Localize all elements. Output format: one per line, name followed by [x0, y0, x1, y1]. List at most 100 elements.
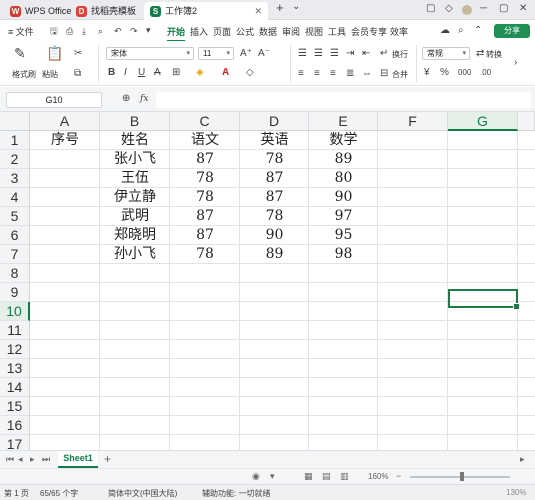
merge-icon[interactable]: ⊟ [380, 68, 388, 80]
zoom-icon[interactable]: ⊕ [122, 93, 130, 105]
font-color-icon[interactable]: A [222, 67, 229, 79]
zoom-slider-thumb[interactable] [460, 472, 464, 481]
increase-font-icon[interactable]: A⁺ [240, 48, 252, 60]
row-header-1[interactable]: 1 [0, 131, 30, 150]
underline-icon[interactable]: U [138, 67, 145, 79]
row-header-9[interactable]: 9 [0, 283, 30, 302]
align-middle-icon[interactable]: ☰ [314, 48, 323, 60]
collapse-icon[interactable]: ⌃ [474, 25, 482, 37]
align-right-icon[interactable]: ≡ [330, 68, 336, 80]
column-header-a[interactable]: A [30, 112, 100, 131]
table-cell[interactable]: 78 [170, 245, 240, 264]
maximize-icon[interactable]: ▢ [499, 3, 508, 14]
table-cell[interactable]: 97 [309, 207, 378, 226]
decimal-icon[interactable]: .00 [480, 67, 491, 79]
table-cell[interactable]: 87 [170, 226, 240, 245]
table-cell[interactable]: 90 [240, 226, 309, 245]
row-header-14[interactable]: 14 [0, 378, 30, 397]
header-cell[interactable]: 姓名 [100, 131, 170, 150]
row-header-16[interactable]: 16 [0, 416, 30, 435]
eye-protection-icon[interactable]: ◉ [252, 471, 260, 482]
table-cell[interactable]: 95 [309, 226, 378, 245]
font-size-select[interactable]: 11 [198, 47, 234, 60]
row-header-11[interactable]: 11 [0, 321, 30, 340]
row-header-8[interactable]: 8 [0, 264, 30, 283]
menu-review[interactable]: 审阅 [282, 25, 300, 38]
table-cell[interactable]: 87 [170, 207, 240, 226]
wrap-icon[interactable]: ↵ [380, 48, 388, 60]
convert-label[interactable]: 转换 [486, 49, 502, 60]
table-cell[interactable]: 王伍 [100, 169, 170, 188]
column-header-f[interactable]: F [378, 112, 448, 131]
fill-color-icon[interactable]: ◈ [196, 67, 204, 79]
align-top-icon[interactable]: ☰ [298, 48, 307, 60]
justify-icon[interactable]: ≣ [346, 68, 354, 80]
row-header-15[interactable]: 15 [0, 397, 30, 416]
menu-formula[interactable]: 公式 [236, 25, 254, 38]
sheet-scroll-right-icon[interactable]: ▸ [520, 454, 525, 465]
sheet-tab-sheet1[interactable]: Sheet1 [58, 451, 98, 468]
formula-input[interactable] [156, 92, 531, 108]
column-header-overflow[interactable] [518, 112, 535, 131]
indent-icon[interactable]: ⇥ [346, 48, 354, 60]
row-header-17[interactable]: 17 [0, 435, 30, 450]
row-header-13[interactable]: 13 [0, 359, 30, 378]
page-break-icon[interactable]: ▥ [340, 471, 349, 482]
table-cell[interactable]: 87 [170, 150, 240, 169]
row-header-7[interactable]: 7 [0, 245, 30, 264]
table-cell[interactable]: 孙小飞 [100, 245, 170, 264]
export-icon[interactable]: ⤓ [82, 25, 86, 37]
menu-data[interactable]: 数据 [259, 25, 277, 38]
number-format-select[interactable]: 常规 [422, 47, 470, 60]
print-icon[interactable]: ⎙ [66, 25, 73, 37]
convert-icon[interactable]: ⇄ [476, 48, 484, 60]
tab-workbook[interactable]: S 工作簿2 ✕ [144, 2, 268, 20]
view-mode-dropdown[interactable]: ▾ [270, 471, 275, 482]
table-cell[interactable]: 武明 [100, 207, 170, 226]
percent-icon[interactable]: % [440, 67, 449, 79]
copy-icon[interactable]: ⧉ [74, 68, 81, 80]
menu-efficiency[interactable]: 效率 [390, 25, 408, 38]
close-window-icon[interactable]: ✕ [519, 3, 527, 14]
last-sheet-icon[interactable]: ⏭ [42, 454, 50, 465]
thousands-icon[interactable]: 000 [458, 67, 471, 79]
table-cell[interactable]: 78 [170, 188, 240, 207]
header-cell[interactable]: 数学 [309, 131, 378, 150]
skin-icon[interactable]: ◇ [445, 3, 453, 14]
table-cell[interactable]: 90 [309, 188, 378, 207]
new-tab-button[interactable]: + [276, 0, 284, 15]
tab-list-dropdown[interactable]: ⌄ [292, 1, 300, 12]
print-preview-icon[interactable]: ⌕ [98, 25, 103, 37]
share-button[interactable]: 分享 [494, 24, 530, 38]
align-left-icon[interactable]: ≡ [298, 68, 304, 80]
menu-view[interactable]: 视图 [305, 25, 323, 38]
ribbon-scroll-right-icon[interactable]: › [514, 57, 517, 69]
font-family-select[interactable]: 宋体 [106, 47, 194, 60]
menu-tools[interactable]: 工具 [328, 25, 346, 38]
wrap-label[interactable]: 换行 [392, 49, 408, 60]
table-cell[interactable]: 78 [240, 150, 309, 169]
table-cell[interactable]: 78 [240, 207, 309, 226]
clear-format-icon[interactable]: ◇ [246, 67, 254, 79]
paste-icon[interactable]: 📋 [46, 46, 63, 60]
header-cell[interactable]: 英语 [240, 131, 309, 150]
column-header-g[interactable]: G [448, 112, 518, 131]
next-sheet-icon[interactable]: ▸ [30, 454, 35, 465]
spreadsheet-grid[interactable]: ABCDEFG 1 2 3 4 5 6 7 8 9 10 11 12 13 14 15 16 17 序号 姓名 语文… [0, 112, 535, 450]
header-cell[interactable]: 语文 [170, 131, 240, 150]
align-center-icon[interactable]: ≡ [314, 68, 320, 80]
select-all-corner[interactable] [0, 112, 30, 131]
table-cell[interactable]: 87 [240, 188, 309, 207]
menu-home[interactable]: 开始 [167, 25, 186, 42]
strikethrough-icon[interactable]: A [154, 67, 161, 79]
minimize-icon[interactable]: ─ [480, 3, 487, 14]
distribute-icon[interactable]: ⇔ [362, 68, 372, 80]
table-cell[interactable]: 伊立静 [100, 188, 170, 207]
format-painter-icon[interactable]: ✎ [14, 46, 26, 60]
normal-view-icon[interactable]: ▦ [304, 471, 313, 482]
row-header-3[interactable]: 3 [0, 169, 30, 188]
fx-icon[interactable]: fx [140, 93, 148, 105]
row-header-4[interactable]: 4 [0, 188, 30, 207]
close-icon[interactable]: ✕ [254, 2, 262, 20]
accessibility-status[interactable]: 辅助功能: 一切就绪 [202, 488, 270, 499]
